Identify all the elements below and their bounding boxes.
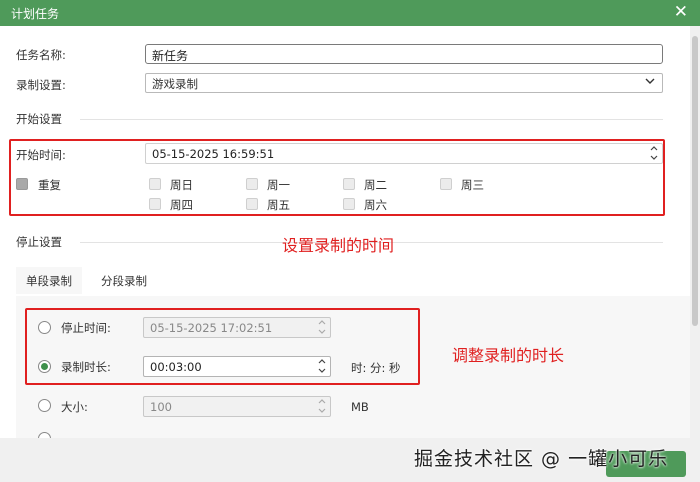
size-label: 大小: [61,400,88,414]
window-titlebar: 计划任务 ✕ [0,0,700,26]
size-input[interactable]: 100 [143,396,331,417]
size-unit: MB [351,400,369,414]
size-value: 100 [150,400,172,414]
task-name-label: 任务名称: [16,48,66,62]
annotation-start-note: 设置录制的时间 [282,236,395,255]
record-setting-select[interactable]: 游戏录制 [145,73,663,93]
record-setting-value: 游戏录制 [152,77,198,91]
chevron-down-icon [644,75,656,91]
annotation-duration-note: 调整录制的时长 [452,346,565,365]
scrollbar-thumb[interactable] [692,36,698,326]
tab-single-segment[interactable]: 单段录制 [16,267,82,294]
task-name-input[interactable]: 新任务 [145,44,663,64]
window-title: 计划任务 [11,7,60,21]
vertical-scrollbar[interactable] [690,26,700,438]
stop-section-title: 停止设置 [16,235,62,249]
start-section-title: 开始设置 [16,112,62,126]
tab-multi-segment[interactable]: 分段录制 [91,267,157,295]
record-setting-label: 录制设置: [16,78,66,92]
annotation-box-duration [25,308,420,385]
size-radio[interactable] [38,399,51,412]
close-icon[interactable]: ✕ [674,2,688,22]
watermark-text: 掘金技术社区 @ 一罐小可乐 [414,448,669,470]
start-section-divider [80,119,663,120]
spinner-arrows-icon[interactable] [317,397,327,417]
annotation-box-start-time [9,139,665,216]
